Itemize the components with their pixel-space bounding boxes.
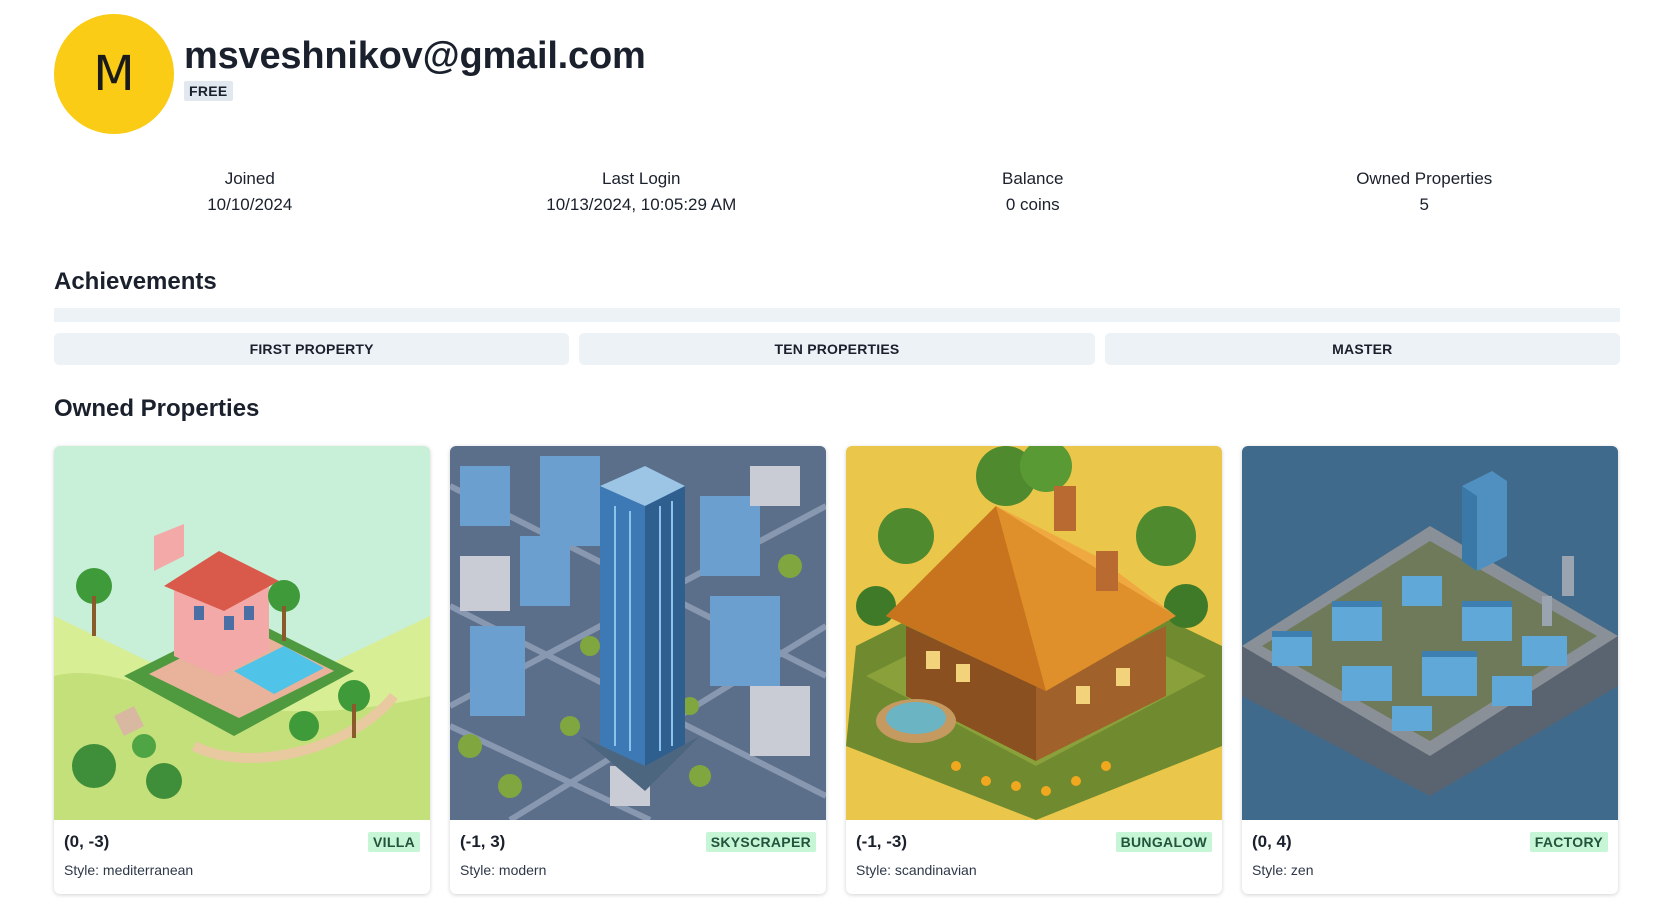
card-body: (0, -3) VILLA Style: mediterranean bbox=[54, 820, 430, 878]
property-style: Style: mediterranean bbox=[64, 862, 194, 878]
property-coordinates: (0, 4) bbox=[1252, 832, 1292, 851]
stat-balance: Balance 0 coins bbox=[837, 166, 1229, 218]
property-type-badge: VILLA bbox=[368, 832, 420, 852]
stat-joined: Joined 10/10/2024 bbox=[54, 166, 446, 218]
card-body: (-1, 3) SKYSCRAPER Style: modern bbox=[450, 820, 826, 878]
skyscraper-illustration bbox=[450, 446, 826, 820]
user-email: msveshnikov@gmail.com bbox=[184, 35, 646, 77]
stat-label: Joined bbox=[224, 169, 275, 188]
stat-label: Balance bbox=[1002, 169, 1064, 188]
stat-value: 5 bbox=[1419, 195, 1429, 214]
card-body: (0, 4) FACTORY Style: zen bbox=[1242, 820, 1618, 878]
villa-illustration bbox=[54, 446, 430, 820]
stat-value: 0 coins bbox=[1005, 195, 1060, 214]
bungalow-illustration bbox=[846, 446, 1222, 820]
property-coordinates: (-1, 3) bbox=[460, 832, 506, 851]
user-info: msveshnikov@gmail.com FREE bbox=[184, 33, 646, 101]
property-type-badge: FACTORY bbox=[1529, 832, 1608, 852]
avatar: M bbox=[54, 14, 174, 134]
achievements-heading: Achievements bbox=[54, 268, 217, 295]
property-type-badge: SKYSCRAPER bbox=[705, 832, 816, 852]
property-coordinates: (0, -3) bbox=[64, 832, 110, 851]
property-style: Style: modern bbox=[460, 862, 547, 878]
card-body: (-1, -3) BUNGALOW Style: scandinavian bbox=[846, 820, 1222, 878]
profile-header: M msveshnikov@gmail.com FREE bbox=[54, 14, 646, 134]
property-type-badge: BUNGALOW bbox=[1115, 832, 1212, 852]
achievement-master[interactable]: MASTER bbox=[1104, 333, 1620, 365]
achievement-ten-properties[interactable]: TEN PROPERTIES bbox=[579, 333, 1095, 365]
property-card-bungalow[interactable]: (-1, -3) BUNGALOW Style: scandinavian bbox=[846, 446, 1222, 894]
property-cards: (0, -3) VILLA Style: mediterranean (-1, … bbox=[54, 446, 1618, 894]
property-card-villa[interactable]: (0, -3) VILLA Style: mediterranean bbox=[54, 446, 430, 894]
achievements-list: FIRST PROPERTY TEN PROPERTIES MASTER bbox=[54, 333, 1620, 365]
factory-illustration bbox=[1242, 446, 1618, 820]
property-card-skyscraper[interactable]: (-1, 3) SKYSCRAPER Style: modern bbox=[450, 446, 826, 894]
stat-value: 10/13/2024, 10:05:29 AM bbox=[546, 195, 737, 214]
stat-value: 10/10/2024 bbox=[207, 195, 293, 214]
property-style: Style: zen bbox=[1252, 862, 1314, 878]
stat-last-login: Last Login 10/13/2024, 10:05:29 AM bbox=[446, 166, 838, 218]
property-coordinates: (-1, -3) bbox=[856, 832, 907, 851]
property-style: Style: scandinavian bbox=[856, 862, 977, 878]
stat-label: Last Login bbox=[602, 169, 681, 188]
stat-label: Owned Properties bbox=[1356, 169, 1493, 188]
tier-badge: FREE bbox=[184, 81, 233, 101]
achievement-first-property[interactable]: FIRST PROPERTY bbox=[54, 333, 570, 365]
stats-row: Joined 10/10/2024 Last Login 10/13/2024,… bbox=[54, 166, 1620, 218]
achievements-progress-bar bbox=[54, 308, 1620, 322]
property-card-factory[interactable]: (0, 4) FACTORY Style: zen bbox=[1242, 446, 1618, 894]
stat-owned-properties: Owned Properties 5 bbox=[1229, 166, 1621, 218]
owned-properties-heading: Owned Properties bbox=[54, 395, 260, 422]
profile-page: M msveshnikov@gmail.com FREE Joined 10/1… bbox=[0, 0, 1658, 899]
